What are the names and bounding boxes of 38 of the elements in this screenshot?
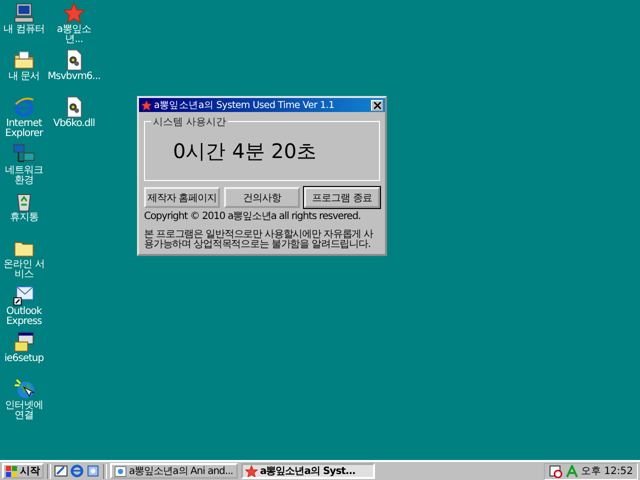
desktop-icon-label[interactable]: ie6setup xyxy=(4,354,44,364)
desktop-icon-label[interactable]: Vb6ko.dll xyxy=(53,119,95,129)
folder-icon xyxy=(13,49,35,71)
browser-icon xyxy=(13,96,35,118)
desktop-icon-label[interactable]: Outlook Express xyxy=(0,307,48,327)
app-icon xyxy=(114,465,127,477)
windows-logo-icon xyxy=(6,466,18,476)
star-icon xyxy=(141,100,152,110)
start-button[interactable]: 시작 xyxy=(2,463,44,479)
taskbar-button[interactable]: a뽕잎소년a의 Syst... xyxy=(241,463,375,479)
dialog-button[interactable]: 프로그램 종료 xyxy=(304,187,380,208)
close-button[interactable] xyxy=(371,100,383,110)
mail-icon xyxy=(13,284,35,306)
desktop-icon-label[interactable]: Msvbvm6... xyxy=(48,72,100,82)
notice-text: 본 프로그램은 일반적으로만 사용할시에만 자유롭게 사용가능하며 상업적목적으로는 불가함을 알려드립니다. xyxy=(144,230,374,250)
elapsed-time: 0시간 4분 20초 xyxy=(173,138,317,164)
desktop-icon-label[interactable]: a뽕잎소년... xyxy=(50,25,98,45)
dialog-button[interactable]: 제작자 홈페이지 xyxy=(144,187,220,208)
setup-icon xyxy=(13,331,35,353)
window-title: a뽕잎소년a의 System Used Time Ver 1.1 xyxy=(154,98,336,112)
globe-icon xyxy=(13,378,35,400)
clock: 오후 12:52 xyxy=(581,465,633,478)
dialog-button[interactable]: 건의사항 xyxy=(224,187,300,208)
desktop-icon-label[interactable]: 인터넷에 연결 xyxy=(0,401,48,421)
computer-icon xyxy=(13,2,35,24)
taskbar-button[interactable]: a뽕잎소년a의 Ani and... xyxy=(110,463,238,479)
desktop-icon-label[interactable]: 네트워크 환경 xyxy=(0,166,48,186)
desktop-icon-label[interactable]: 내 컴퓨터 xyxy=(4,25,44,35)
star-icon xyxy=(245,465,258,477)
star-icon xyxy=(63,2,85,24)
group-label: 시스템 사용시간 xyxy=(151,115,228,129)
desktop-icon-label[interactable]: 온라인 서비스 xyxy=(0,260,48,280)
close-icon xyxy=(374,102,380,108)
desktop-icon-label[interactable]: Internet Explorer xyxy=(0,119,48,139)
copyright-text: Copyright © 2010 a뽕잎소년a all rights resvered. xyxy=(144,212,362,222)
network-icon xyxy=(13,143,35,165)
desktop-icon-label[interactable]: 내 문서 xyxy=(8,72,40,82)
desktop-icon-label[interactable]: 휴지통 xyxy=(10,213,38,223)
